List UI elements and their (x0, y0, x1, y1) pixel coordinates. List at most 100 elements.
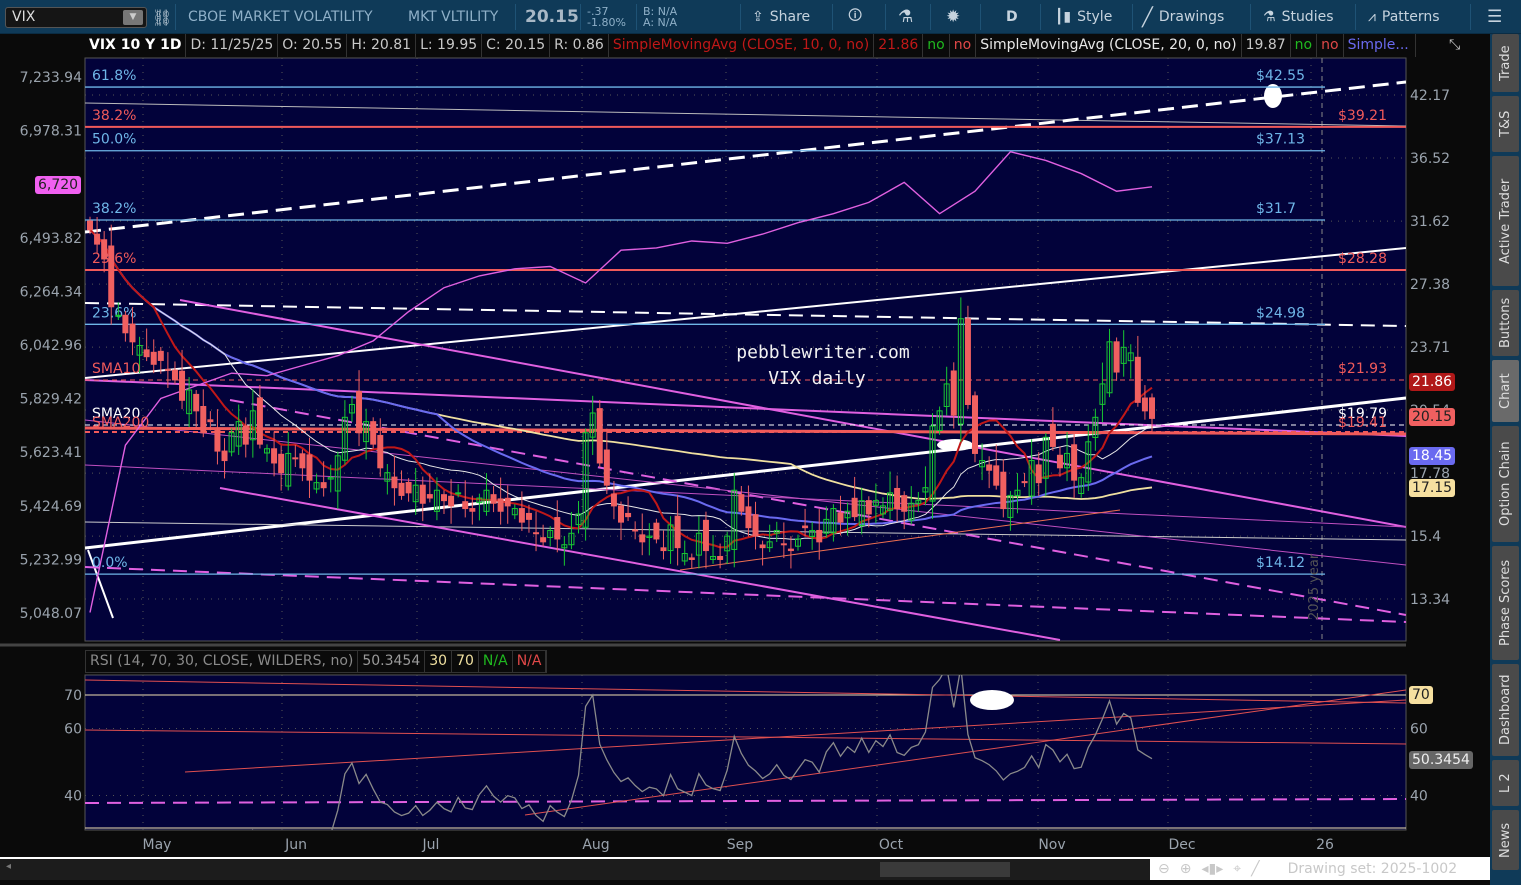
candle[interactable] (370, 417, 377, 449)
candle-body (108, 245, 115, 308)
drawing-set-label[interactable]: Drawing set: 2025-1002 (1288, 861, 1458, 877)
pan-icon[interactable]: ◂▮▸ (1201, 861, 1223, 877)
zoom-out-icon[interactable]: ⊖ (1158, 861, 1170, 877)
candle-body (688, 557, 695, 560)
tab-dashboard[interactable]: Dashboard (1492, 664, 1519, 756)
candle-body (901, 495, 908, 512)
candle-body (986, 464, 993, 471)
candle-body (419, 484, 426, 504)
time-axis-label: Oct (879, 837, 904, 853)
candle-body (370, 421, 377, 445)
candle-body (94, 233, 101, 245)
candle-body (398, 482, 405, 496)
candle-body (391, 476, 398, 489)
sma200-price-label: $19.41 (1338, 415, 1387, 431)
price-axis-label: 13.34 (1410, 592, 1450, 608)
candle-body (1134, 356, 1141, 403)
candle-body (1049, 423, 1056, 447)
candle-body (462, 501, 469, 510)
fib-percent-label: 38.2% (92, 201, 136, 217)
tab-chart[interactable]: Chart (1492, 360, 1519, 422)
tab-level2[interactable]: L 2 (1492, 760, 1519, 806)
candle-body (122, 314, 129, 334)
tab-option-chain[interactable]: Option Chain (1492, 426, 1519, 542)
compare-axis-label: 5,623.41 (20, 445, 82, 461)
tab-active-trader[interactable]: Active Trader (1492, 156, 1519, 286)
candle-body (1113, 341, 1120, 373)
candle-body (101, 239, 108, 260)
candle-body (639, 534, 646, 543)
tab-news[interactable]: News (1492, 810, 1519, 870)
candle-body (518, 508, 525, 523)
last-price-badge: 20.15 (1409, 408, 1456, 426)
candle[interactable] (964, 305, 971, 409)
price-axis-label: 27.38 (1410, 277, 1450, 293)
candle-body (207, 419, 214, 423)
tab-buttons[interactable]: Buttons (1492, 290, 1519, 356)
candle-body (356, 391, 363, 434)
candle-body (851, 497, 858, 518)
candle-body (752, 514, 759, 537)
horizontal-scrollbar[interactable]: ◂ (0, 857, 1150, 880)
rsi-axis-label: 40 (1410, 789, 1428, 805)
watermark-site: pebblewriter.com (736, 342, 909, 363)
rsi-70-badge: 70 (1409, 686, 1433, 704)
rsi-study-label[interactable]: RSI (14, 70, 30, CLOSE, WILDERS, no) (86, 651, 359, 672)
candle-body (278, 453, 285, 474)
candle-body (787, 548, 794, 552)
candle-body (490, 494, 497, 504)
draw-icon[interactable]: ╱ (1251, 861, 1259, 877)
candle[interactable] (596, 399, 603, 468)
compare-axis-label: 6,978.31 (20, 124, 82, 140)
candle-body (242, 425, 249, 445)
time-axis-label: Sep (727, 837, 754, 853)
scroll-left-icon[interactable]: ◂ (6, 861, 11, 872)
right-sidebar: Trade T&S Active Trader Buttons Chart Op… (1490, 34, 1521, 885)
candle-body (150, 351, 157, 365)
candle[interactable] (972, 391, 978, 463)
year-marker-label: 2025 year (1307, 553, 1322, 620)
rsi-axis-label: 70 (64, 688, 82, 704)
time-axis-label: Jun (284, 837, 307, 853)
tab-trade[interactable]: Trade (1492, 34, 1519, 92)
sma100-badge: 17.15 (1409, 479, 1456, 497)
compare-axis-label: 6,042.96 (20, 338, 82, 354)
candle-body (143, 349, 150, 358)
compare-axis-label: 7,233.94 (20, 70, 82, 86)
tab-time-and-sales[interactable]: T&S (1492, 96, 1519, 152)
tab-phase-scores[interactable]: Phase Scores (1492, 546, 1519, 660)
fib-percent-label: 61.8% (92, 68, 136, 84)
candle-body (200, 405, 207, 434)
candle-body (441, 494, 447, 502)
candle-body (837, 512, 844, 523)
crosshair-icon[interactable]: ⌖ (1233, 861, 1241, 877)
candle-body (497, 498, 504, 512)
spx-badge: 6,720 (35, 176, 82, 194)
rsi-value-badge: 50.3454 (1409, 751, 1473, 769)
candle-body (455, 492, 462, 495)
compare-axis-label: 5,829.42 (20, 392, 82, 408)
time-axis-label: Aug (582, 837, 609, 853)
rsi-plot-area (84, 674, 1407, 831)
candle-body (1149, 397, 1155, 419)
price-chart[interactable]: 61.8% $42.55 38.2% $39.21 50.0% $37.13 38.2% $3… (0, 0, 1521, 885)
sma50-badge: 18.45 (1409, 447, 1456, 465)
candle-body (221, 450, 228, 462)
zoom-in-icon[interactable]: ⊕ (1180, 861, 1192, 877)
marker-dot (937, 439, 973, 451)
candle-body (964, 318, 971, 405)
scrollbar-thumb[interactable] (880, 862, 1010, 877)
fib-percent-label: 50.0% (92, 132, 136, 148)
rsi-param: 30 (425, 651, 453, 672)
time-axis-label: 26 (1316, 837, 1334, 853)
candle-body (1071, 444, 1078, 481)
candle-body (1035, 464, 1042, 484)
price-axis-label: 31.62 (1410, 214, 1450, 230)
watermark-title: VIX daily (768, 368, 866, 389)
compare-axis-label: 6,493.82 (20, 231, 82, 247)
fib-price-label: $24.98 (1256, 305, 1305, 321)
candle-body (1021, 481, 1028, 484)
rsi-na: N/A (479, 651, 513, 672)
candle-body (426, 494, 433, 499)
candle-body (780, 543, 787, 546)
